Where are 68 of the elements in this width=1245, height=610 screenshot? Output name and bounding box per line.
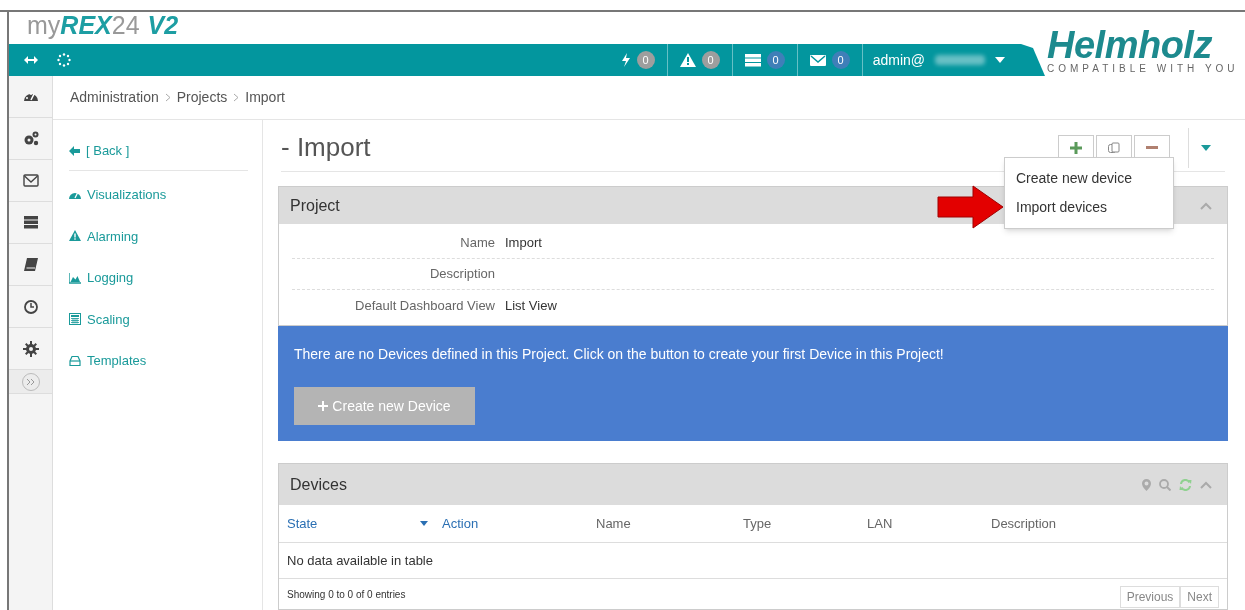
clock-icon[interactable] (22, 298, 39, 315)
field-value: List View (505, 296, 557, 315)
empty-table-message: No data available in table (279, 543, 1227, 579)
notice-text: There are no Devices defined in this Project. Click on the button to create your first Device in this Project! (294, 345, 945, 364)
plus-icon (318, 401, 329, 411)
power-icon (620, 53, 631, 67)
annotation-arrow (937, 185, 1004, 229)
loading-spinner-icon (57, 53, 71, 67)
arrow-left-icon (69, 146, 80, 156)
templates-icon (69, 354, 81, 367)
pagination-button[interactable]: Previous (1119, 586, 1181, 608)
back-link[interactable]: [ Back ] (69, 142, 248, 160)
page-title: - Import (281, 131, 372, 164)
chart-icon (69, 271, 81, 284)
server-icon (744, 53, 761, 67)
alarm-icon (69, 230, 81, 243)
column-header[interactable]: State (287, 513, 318, 534)
column-header: Name (596, 514, 631, 533)
column-header: Type (743, 514, 772, 533)
field-value: Import (505, 234, 542, 253)
sort-caret-icon[interactable] (420, 521, 428, 526)
notification-counter[interactable]: 0 (797, 44, 863, 76)
plus-icon (1070, 141, 1082, 154)
sidebar-link[interactable]: Visualizations (69, 185, 248, 205)
field-label: Name (459, 234, 495, 253)
panel-title: Project (290, 195, 340, 216)
menu-item[interactable]: Create new device (1005, 164, 1173, 193)
menu-item[interactable]: Import devices (1005, 193, 1173, 222)
mail-icon (809, 53, 826, 67)
sidebar-link[interactable]: Templates (69, 351, 248, 371)
sidebar-link[interactable]: Logging (69, 268, 248, 288)
chevron-right-icon (233, 93, 240, 102)
mail-icon[interactable] (22, 172, 39, 189)
copy-icon (1108, 141, 1120, 154)
field-label: Description (428, 265, 495, 284)
app-logo: myREX24 V2 (27, 13, 179, 37)
dropdown-caret-icon[interactable] (1199, 144, 1213, 151)
table-info-text: Showing 0 to 0 of 0 entries (287, 587, 407, 602)
create-device-button[interactable]: Create new Device (294, 387, 475, 425)
sidebar-link[interactable]: Alarming (69, 226, 248, 246)
gears-icon[interactable] (22, 130, 39, 147)
sidebar-link[interactable]: Scaling (69, 309, 248, 329)
book-icon[interactable] (22, 256, 39, 273)
alarm-icon (679, 53, 696, 67)
count-badge: 0 (636, 51, 655, 69)
count-badge: 0 (831, 51, 850, 69)
notification-counter[interactable]: 0 (667, 44, 733, 76)
breadcrumb-item[interactable]: Administration (70, 87, 159, 108)
count-badge: 0 (766, 51, 785, 69)
calculator-icon (69, 313, 81, 326)
notification-counter[interactable]: 0 (608, 44, 668, 76)
column-header: Description (991, 514, 1057, 533)
field-label: Default Dashboard View (354, 296, 495, 315)
column-header: LAN (867, 514, 893, 533)
notification-counter[interactable]: 0 (732, 44, 798, 76)
user-menu[interactable]: admin@ (862, 44, 1045, 76)
breadcrumb-item: Import (245, 88, 285, 107)
company-logo: Helmholz COMPATIBLE WITH YOU (1047, 26, 1239, 74)
panel-title: Devices (290, 474, 347, 495)
column-header[interactable]: Action (442, 513, 479, 534)
minus-icon (1146, 146, 1158, 149)
server-icon[interactable] (22, 214, 39, 231)
gear-icon[interactable] (22, 340, 39, 357)
caret-icon (995, 57, 1005, 63)
breadcrumb-item[interactable]: Projects (176, 87, 228, 108)
chevron-right-icon (164, 93, 171, 102)
pagination-button[interactable]: Next (1180, 586, 1219, 608)
count-badge: 0 (701, 51, 720, 69)
